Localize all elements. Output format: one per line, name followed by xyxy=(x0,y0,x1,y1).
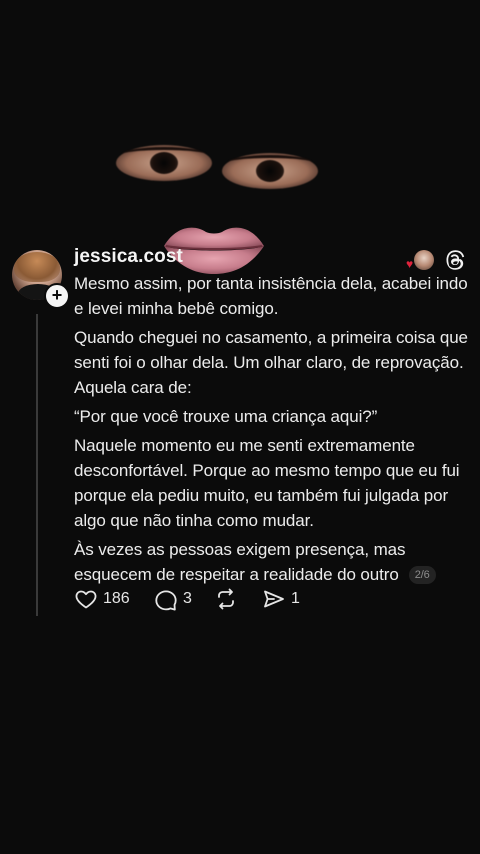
reply-button[interactable]: 3 xyxy=(154,586,192,612)
right-eye-overlay xyxy=(222,153,318,189)
liked-by-avatar xyxy=(414,250,434,270)
comment-icon xyxy=(155,590,177,611)
heart-icon xyxy=(75,590,97,609)
page-indicator-badge: 2/6 xyxy=(408,566,436,584)
post-paragraph-text: Às vezes as pessoas exigem presença, mas… xyxy=(74,540,406,584)
post-paragraph: Naquele momento eu me senti extremamente… xyxy=(74,436,460,530)
post-paragraph: Mesmo assim, por tanta insistência dela,… xyxy=(74,274,468,318)
action-bar: 186 3 1 xyxy=(74,586,374,612)
share-button[interactable]: 1 xyxy=(262,586,300,612)
follow-plus-icon[interactable]: + xyxy=(44,283,70,309)
like-button[interactable]: 186 xyxy=(74,586,130,612)
repost-button[interactable] xyxy=(214,586,238,612)
post-paragraph-last: Às vezes as pessoas exigem presença, mas… xyxy=(74,537,470,587)
username[interactable]: jessica.cost xyxy=(74,246,183,268)
share-count: 1 xyxy=(291,590,300,607)
reply-count: 3 xyxy=(183,590,192,607)
repost-icon xyxy=(218,588,234,610)
like-count: 186 xyxy=(103,590,130,607)
thread-line xyxy=(36,314,38,616)
heart-badge-icon: ♥ xyxy=(406,257,414,271)
post-paragraph: Quando cheguei no casamento, a primeira … xyxy=(74,328,468,397)
left-eye-overlay xyxy=(116,145,212,181)
send-icon xyxy=(264,590,284,608)
post-body: Mesmo assim, por tanta insistência dela,… xyxy=(74,271,470,591)
threads-logo-icon[interactable] xyxy=(444,249,466,271)
post-paragraph: “Por que você trouxe uma criança aqui?” xyxy=(74,407,378,426)
header-icons: ♥ xyxy=(404,248,466,272)
